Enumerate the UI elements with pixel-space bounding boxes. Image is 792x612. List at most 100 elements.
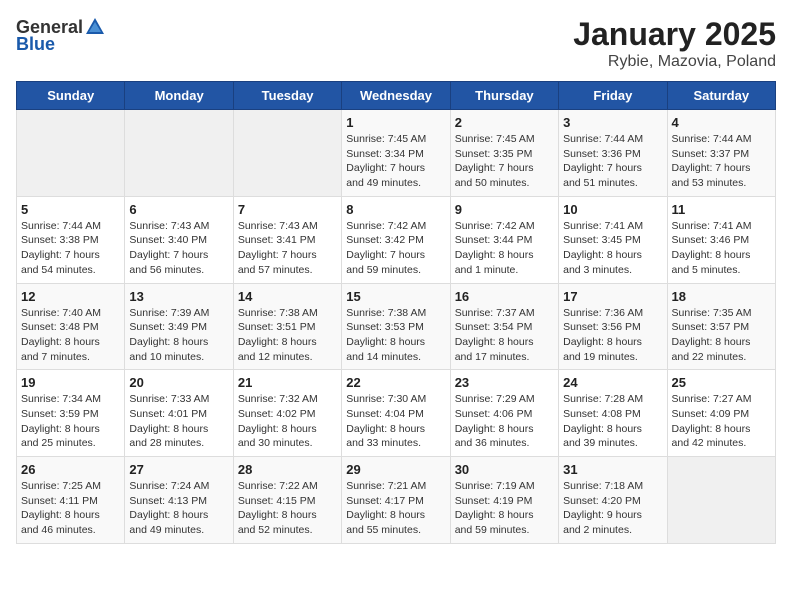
page-header: General Blue January 2025 Rybie, Mazovia… <box>16 16 776 71</box>
day-info: Sunrise: 7:44 AM Sunset: 3:36 PM Dayligh… <box>563 132 662 191</box>
weekday-header: Wednesday <box>342 82 450 110</box>
day-number: 24 <box>563 375 662 390</box>
calendar-cell: 5Sunrise: 7:44 AM Sunset: 3:38 PM Daylig… <box>17 196 125 283</box>
day-number: 22 <box>346 375 445 390</box>
day-info: Sunrise: 7:30 AM Sunset: 4:04 PM Dayligh… <box>346 392 445 451</box>
day-number: 12 <box>21 289 120 304</box>
calendar-cell <box>667 457 775 544</box>
day-number: 18 <box>672 289 771 304</box>
day-number: 1 <box>346 115 445 130</box>
day-info: Sunrise: 7:41 AM Sunset: 3:46 PM Dayligh… <box>672 219 771 278</box>
day-number: 15 <box>346 289 445 304</box>
day-info: Sunrise: 7:43 AM Sunset: 3:40 PM Dayligh… <box>129 219 228 278</box>
calendar-cell: 30 Sunrise: 7:19 AM Sunset: 4:19 PM Dayli… <box>450 457 558 544</box>
logo-blue-text: Blue <box>16 34 55 55</box>
day-info: Sunrise: 7:34 AM Sunset: 3:59 PM Dayligh… <box>21 392 120 451</box>
calendar-cell: 2 Sunrise: 7:45 AM Sunset: 3:35 PM Daylig… <box>450 110 558 197</box>
logo-icon <box>84 16 106 38</box>
day-info: Sunrise: 7:36 AM Sunset: 3:56 PM Dayligh… <box>563 306 662 365</box>
calendar-cell: 29 Sunrise: 7:21 AM Sunset: 4:17 PM Dayli… <box>342 457 450 544</box>
calendar-cell: 6 Sunrise: 7:43 AM Sunset: 3:40 PM Daylig… <box>125 196 233 283</box>
weekday-header: Monday <box>125 82 233 110</box>
day-info: Sunrise: 7:45 AM Sunset: 3:35 PM Dayligh… <box>455 132 554 191</box>
calendar-week-row: 1 Sunrise: 7:45 AM Sunset: 3:34 PM Daylig… <box>17 110 776 197</box>
calendar-cell <box>125 110 233 197</box>
calendar-cell: 23Sunrise: 7:29 AM Sunset: 4:06 PM Dayli… <box>450 370 558 457</box>
day-info: Sunrise: 7:37 AM Sunset: 3:54 PM Dayligh… <box>455 306 554 365</box>
day-number: 2 <box>455 115 554 130</box>
calendar-cell <box>233 110 341 197</box>
day-info: Sunrise: 7:42 AM Sunset: 3:44 PM Dayligh… <box>455 219 554 278</box>
day-number: 27 <box>129 462 228 477</box>
page-title: January 2025 <box>573 16 776 53</box>
weekday-header: Saturday <box>667 82 775 110</box>
day-info: Sunrise: 7:28 AM Sunset: 4:08 PM Dayligh… <box>563 392 662 451</box>
day-info: Sunrise: 7:44 AM Sunset: 3:37 PM Dayligh… <box>672 132 771 191</box>
day-number: 7 <box>238 202 337 217</box>
calendar-cell: 18 Sunrise: 7:35 AM Sunset: 3:57 PM Dayli… <box>667 283 775 370</box>
day-info: Sunrise: 7:18 AM Sunset: 4:20 PM Dayligh… <box>563 479 662 538</box>
day-info: Sunrise: 7:38 AM Sunset: 3:51 PM Dayligh… <box>238 306 337 365</box>
day-number: 5 <box>21 202 120 217</box>
weekday-header: Thursday <box>450 82 558 110</box>
day-number: 20 <box>129 375 228 390</box>
calendar-cell: 9Sunrise: 7:42 AM Sunset: 3:44 PM Daylig… <box>450 196 558 283</box>
day-number: 8 <box>346 202 445 217</box>
calendar-cell: 26 Sunrise: 7:25 AM Sunset: 4:11 PM Dayli… <box>17 457 125 544</box>
day-info: Sunrise: 7:41 AM Sunset: 3:45 PM Dayligh… <box>563 219 662 278</box>
day-number: 10 <box>563 202 662 217</box>
day-info: Sunrise: 7:22 AM Sunset: 4:15 PM Dayligh… <box>238 479 337 538</box>
logo: General Blue <box>16 16 107 55</box>
calendar-cell: 16 Sunrise: 7:37 AM Sunset: 3:54 PM Dayli… <box>450 283 558 370</box>
calendar-week-row: 19 Sunrise: 7:34 AM Sunset: 3:59 PM Dayli… <box>17 370 776 457</box>
calendar-cell: 14Sunrise: 7:38 AM Sunset: 3:51 PM Dayli… <box>233 283 341 370</box>
calendar-cell: 28 Sunrise: 7:22 AM Sunset: 4:15 PM Dayli… <box>233 457 341 544</box>
day-number: 17 <box>563 289 662 304</box>
calendar-cell <box>17 110 125 197</box>
day-number: 21 <box>238 375 337 390</box>
day-info: Sunrise: 7:21 AM Sunset: 4:17 PM Dayligh… <box>346 479 445 538</box>
day-number: 11 <box>672 202 771 217</box>
day-number: 6 <box>129 202 228 217</box>
day-info: Sunrise: 7:32 AM Sunset: 4:02 PM Dayligh… <box>238 392 337 451</box>
day-number: 28 <box>238 462 337 477</box>
calendar-cell: 4 Sunrise: 7:44 AM Sunset: 3:37 PM Daylig… <box>667 110 775 197</box>
day-number: 16 <box>455 289 554 304</box>
day-info: Sunrise: 7:24 AM Sunset: 4:13 PM Dayligh… <box>129 479 228 538</box>
calendar-table: SundayMondayTuesdayWednesdayThursdayFrid… <box>16 81 776 544</box>
day-number: 4 <box>672 115 771 130</box>
calendar-cell: 12 Sunrise: 7:40 AM Sunset: 3:48 PM Dayli… <box>17 283 125 370</box>
day-info: Sunrise: 7:40 AM Sunset: 3:48 PM Dayligh… <box>21 306 120 365</box>
calendar-cell: 27 Sunrise: 7:24 AM Sunset: 4:13 PM Dayli… <box>125 457 233 544</box>
day-number: 19 <box>21 375 120 390</box>
day-info: Sunrise: 7:39 AM Sunset: 3:49 PM Dayligh… <box>129 306 228 365</box>
calendar-cell: 25Sunrise: 7:27 AM Sunset: 4:09 PM Dayli… <box>667 370 775 457</box>
calendar-cell: 20 Sunrise: 7:33 AM Sunset: 4:01 PM Dayli… <box>125 370 233 457</box>
day-info: Sunrise: 7:29 AM Sunset: 4:06 PM Dayligh… <box>455 392 554 451</box>
calendar-cell: 22 Sunrise: 7:30 AM Sunset: 4:04 PM Dayli… <box>342 370 450 457</box>
page-subtitle: Rybie, Mazovia, Poland <box>573 53 776 71</box>
calendar-cell: 13 Sunrise: 7:39 AM Sunset: 3:49 PM Dayli… <box>125 283 233 370</box>
day-number: 26 <box>21 462 120 477</box>
calendar-week-row: 5Sunrise: 7:44 AM Sunset: 3:38 PM Daylig… <box>17 196 776 283</box>
calendar-cell: 21 Sunrise: 7:32 AM Sunset: 4:02 PM Dayli… <box>233 370 341 457</box>
calendar-cell: 1 Sunrise: 7:45 AM Sunset: 3:34 PM Daylig… <box>342 110 450 197</box>
calendar-cell: 31Sunrise: 7:18 AM Sunset: 4:20 PM Dayli… <box>559 457 667 544</box>
day-info: Sunrise: 7:19 AM Sunset: 4:19 PM Dayligh… <box>455 479 554 538</box>
calendar-cell: 11 Sunrise: 7:41 AM Sunset: 3:46 PM Dayli… <box>667 196 775 283</box>
calendar-cell: 24 Sunrise: 7:28 AM Sunset: 4:08 PM Dayli… <box>559 370 667 457</box>
weekday-header: Sunday <box>17 82 125 110</box>
day-number: 29 <box>346 462 445 477</box>
day-number: 30 <box>455 462 554 477</box>
day-info: Sunrise: 7:38 AM Sunset: 3:53 PM Dayligh… <box>346 306 445 365</box>
weekday-header: Tuesday <box>233 82 341 110</box>
day-info: Sunrise: 7:25 AM Sunset: 4:11 PM Dayligh… <box>21 479 120 538</box>
calendar-cell: 15 Sunrise: 7:38 AM Sunset: 3:53 PM Dayli… <box>342 283 450 370</box>
day-info: Sunrise: 7:33 AM Sunset: 4:01 PM Dayligh… <box>129 392 228 451</box>
day-number: 25 <box>672 375 771 390</box>
day-info: Sunrise: 7:45 AM Sunset: 3:34 PM Dayligh… <box>346 132 445 191</box>
day-info: Sunrise: 7:35 AM Sunset: 3:57 PM Dayligh… <box>672 306 771 365</box>
weekday-header: Friday <box>559 82 667 110</box>
day-number: 13 <box>129 289 228 304</box>
calendar-week-row: 26 Sunrise: 7:25 AM Sunset: 4:11 PM Dayli… <box>17 457 776 544</box>
